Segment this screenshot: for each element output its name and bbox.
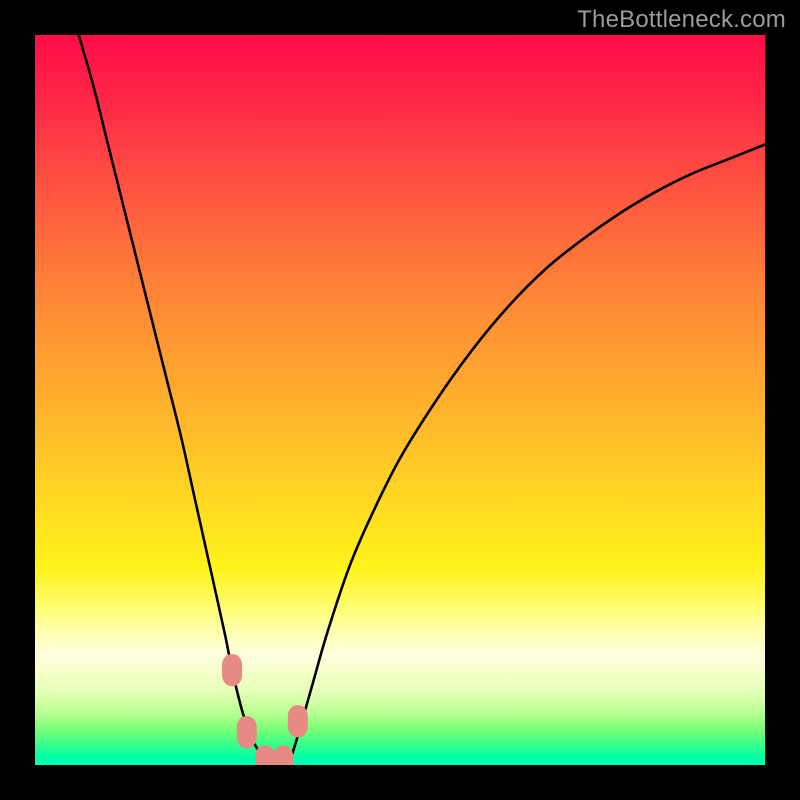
bottleneck-curve — [79, 35, 765, 765]
chart-plot-area — [35, 35, 765, 765]
marker-right-lower — [273, 745, 293, 765]
marker-left-upper — [222, 654, 242, 686]
watermark-label: TheBottleneck.com — [577, 6, 786, 34]
marker-right-upper — [288, 705, 308, 737]
chart-frame: TheBottleneck.com — [0, 0, 800, 800]
marker-left-lower — [237, 716, 257, 748]
chart-svg — [35, 35, 765, 765]
marker-valley — [255, 745, 275, 765]
